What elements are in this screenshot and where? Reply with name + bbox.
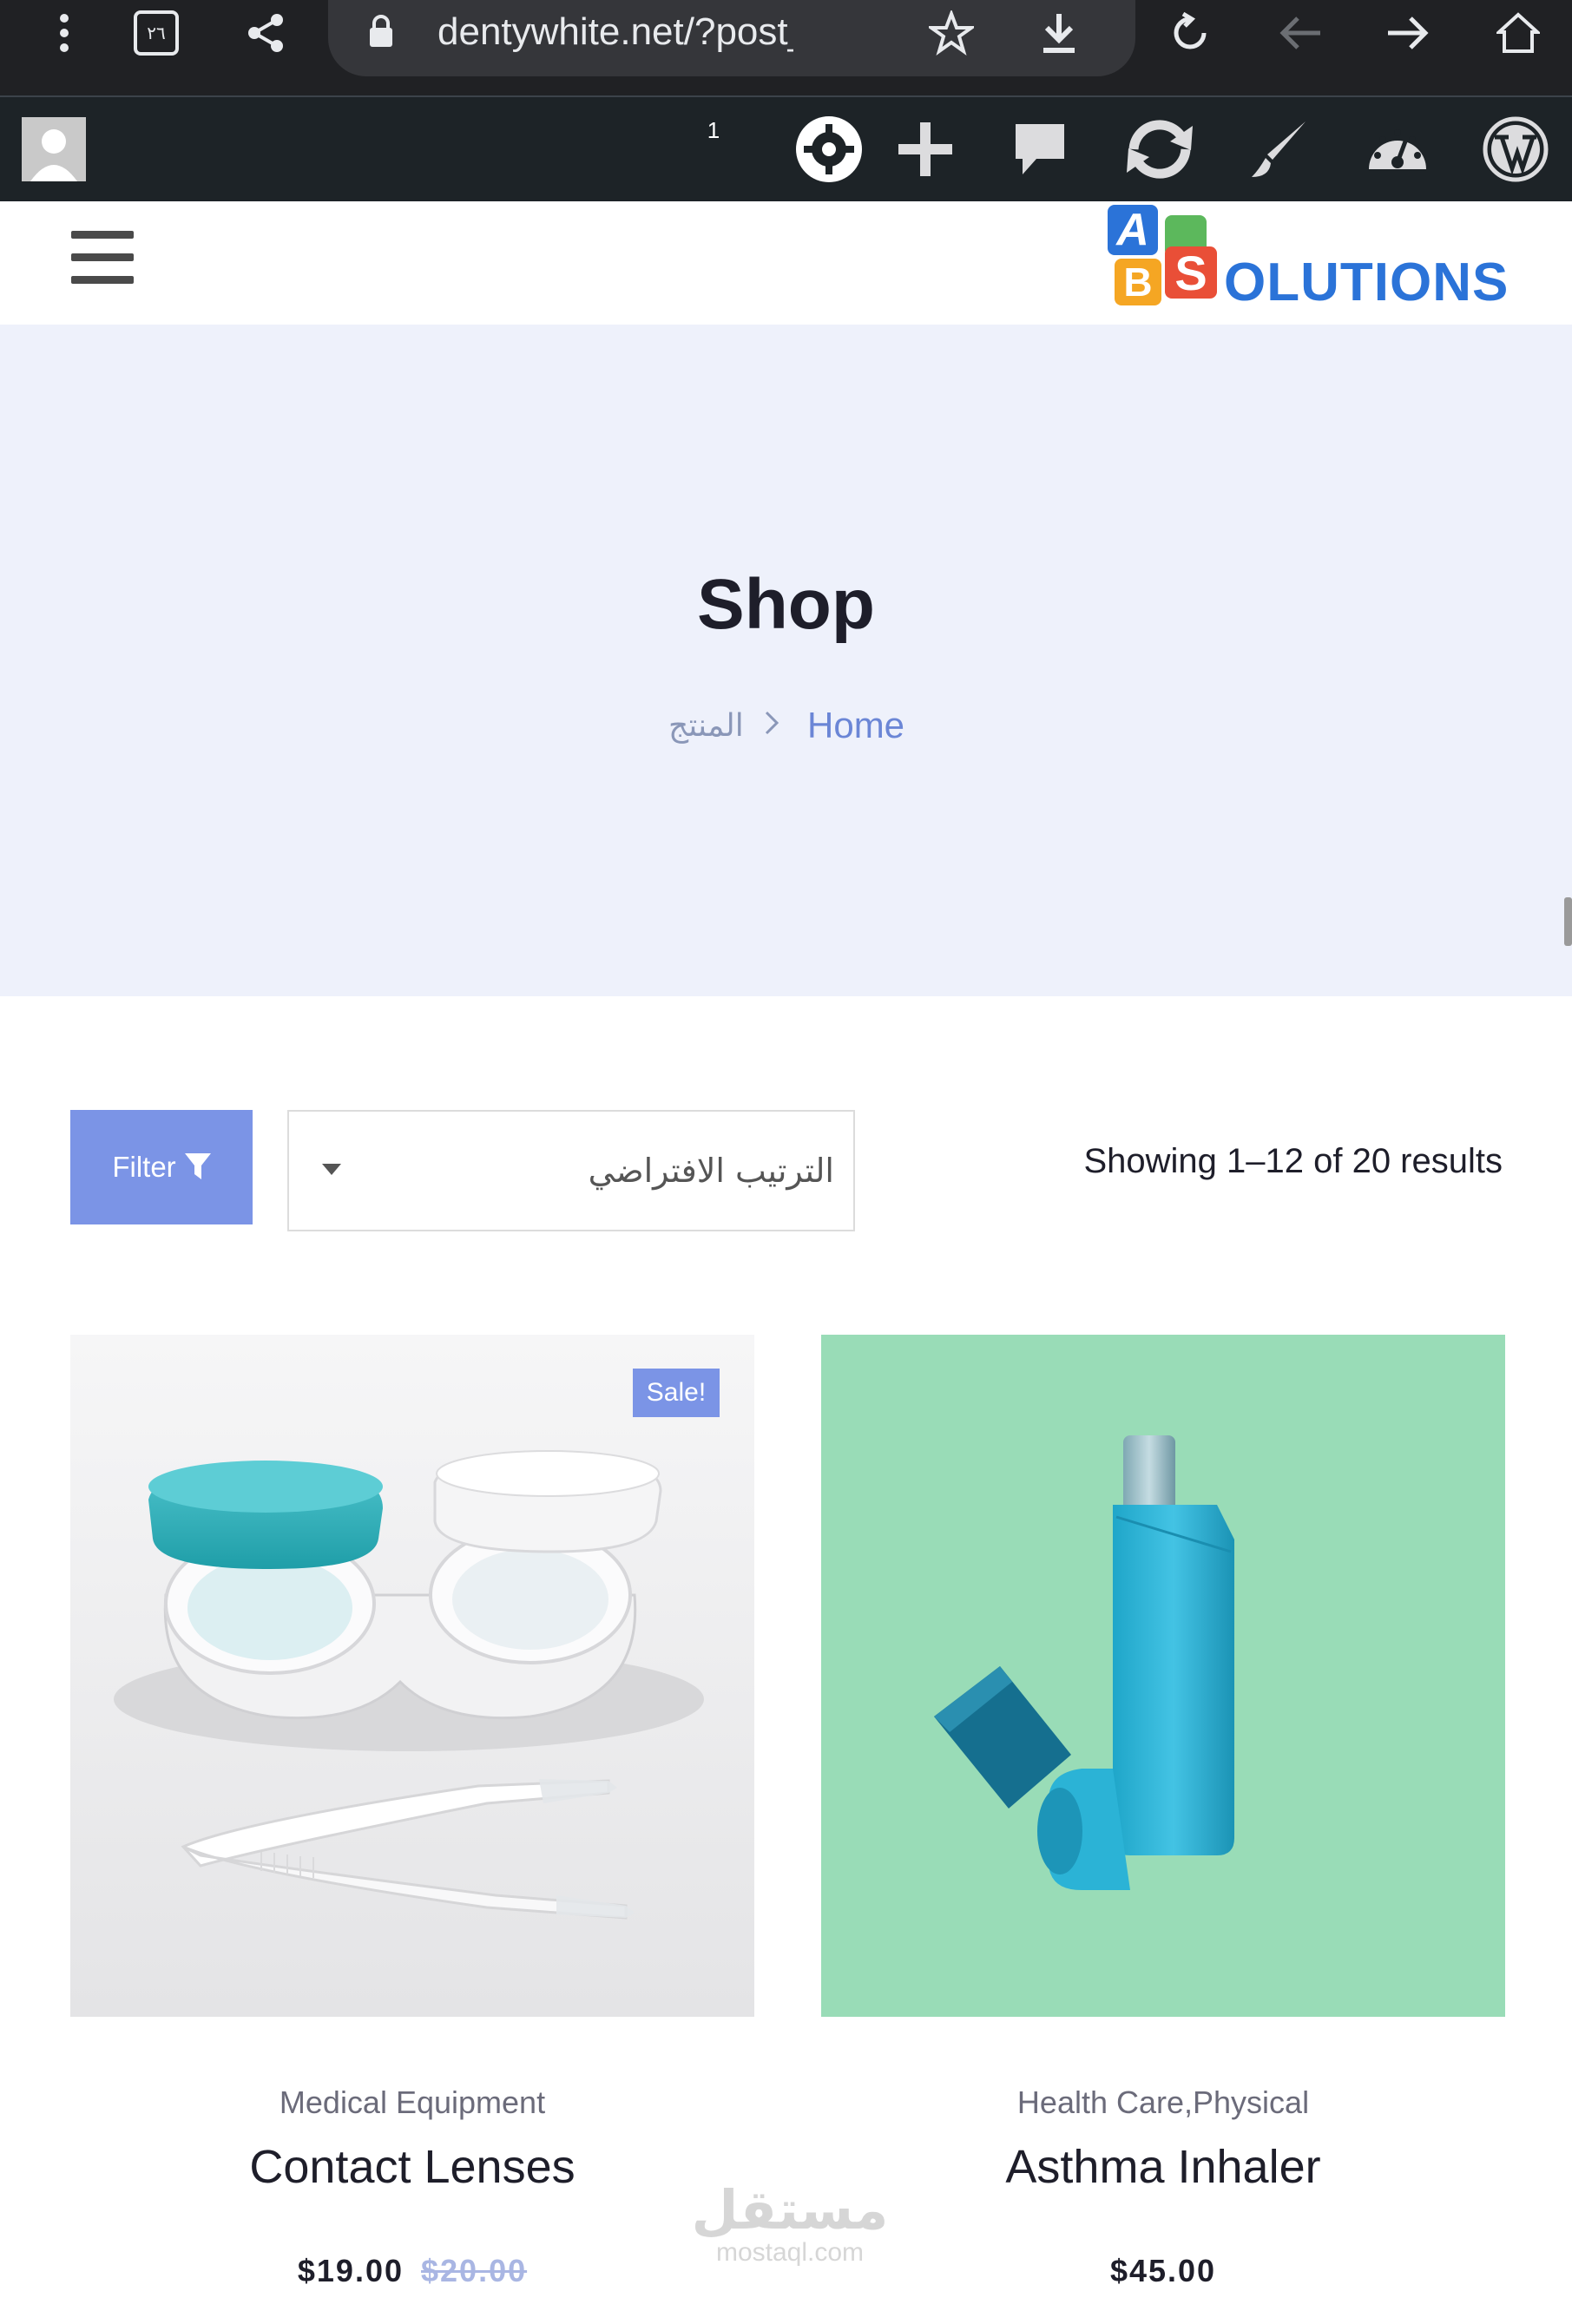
updates-icon[interactable] [1118, 106, 1201, 193]
product-price: $19.00 $20.00 [70, 2253, 754, 2289]
product-card[interactable] [821, 1335, 1505, 2017]
sale-price: $19.00 [297, 2253, 404, 2288]
product-title[interactable]: Contact Lenses [70, 2140, 754, 2194]
watermark-latin: mostaql.com [715, 2238, 865, 2267]
forward-arrow-icon[interactable] [1384, 0, 1432, 66]
site-logo[interactable]: A B S OLUTIONS [1108, 201, 1510, 314]
dropdown-arrow-icon [322, 1164, 341, 1175]
results-count: Showing 1–12 of 20 results [1083, 1142, 1503, 1180]
settings-gear-icon[interactable] [792, 106, 866, 193]
url-text[interactable]: dentywhite.net/?post_type [437, 10, 793, 54]
funnel-icon [184, 1153, 211, 1179]
dashboard-gauge-icon[interactable] [1363, 106, 1432, 193]
logo-letter-a: A [1108, 205, 1158, 255]
breadcrumb-home-link[interactable]: Home [807, 701, 904, 750]
menu-kebab-icon[interactable] [40, 0, 89, 66]
wordpress-logo-icon[interactable] [1481, 106, 1550, 193]
product-category[interactable]: Health Care,Physical [821, 2084, 1505, 2121]
breadcrumb-chevron-icon [764, 710, 779, 740]
share-icon[interactable] [240, 0, 292, 66]
scrollbar-thumb[interactable] [1564, 897, 1572, 946]
reload-icon[interactable] [1167, 0, 1214, 66]
watermark-arabic: مستقل [691, 2178, 889, 2242]
address-bar[interactable]: dentywhite.net/?post_type [328, 0, 1135, 76]
back-arrow-icon[interactable] [1276, 0, 1325, 66]
product-category[interactable]: Medical Equipment [70, 2084, 754, 2121]
sale-badge: Sale! [633, 1369, 720, 1417]
logo-letter-b: B [1115, 259, 1161, 305]
product-card[interactable]: Sale! [70, 1335, 754, 2017]
user-avatar[interactable] [21, 106, 87, 193]
breadcrumb-current: المنتج [668, 707, 744, 744]
add-new-icon[interactable] [892, 106, 958, 193]
menu-hamburger-icon[interactable] [71, 231, 134, 286]
wp-admin-bar [0, 95, 1572, 203]
tab-switcher-button[interactable]: ٢٦ [130, 0, 182, 66]
filter-label: Filter [112, 1151, 176, 1183]
logo-wordmark: OLUTIONS [1224, 253, 1510, 312]
bookmark-star-icon[interactable] [925, 9, 977, 60]
sort-selected-value: الترتيب الافتراضي [588, 1152, 834, 1190]
customize-brush-icon[interactable] [1243, 106, 1312, 193]
logo-letter-s: S [1165, 246, 1217, 300]
product-price: $45.00 [821, 2253, 1505, 2289]
comments-icon[interactable] [1009, 106, 1071, 193]
watermark: مستقل mostaql.com [660, 2183, 920, 2268]
filter-button[interactable]: Filter [70, 1110, 253, 1224]
lock-icon [368, 14, 394, 53]
browser-toolbar: ٢٦ dentywhite.net/?post_type [0, 0, 1572, 95]
product-price-value: $45.00 [1109, 2253, 1217, 2288]
page-hero [0, 325, 1572, 996]
notification-count: 1 [707, 116, 720, 143]
regular-price: $20.00 [421, 2253, 528, 2288]
tab-count: ٢٦ [134, 10, 179, 56]
product-image-contact-lenses[interactable]: Sale! [70, 1335, 754, 2017]
home-icon[interactable] [1495, 0, 1542, 66]
product-image-asthma-inhaler[interactable] [821, 1335, 1505, 2017]
download-icon[interactable] [1040, 12, 1078, 60]
page-title: Shop [697, 565, 875, 644]
sort-orderby-select[interactable]: الترتيب الافتراضي [287, 1110, 855, 1231]
product-title[interactable]: Asthma Inhaler [821, 2140, 1505, 2194]
